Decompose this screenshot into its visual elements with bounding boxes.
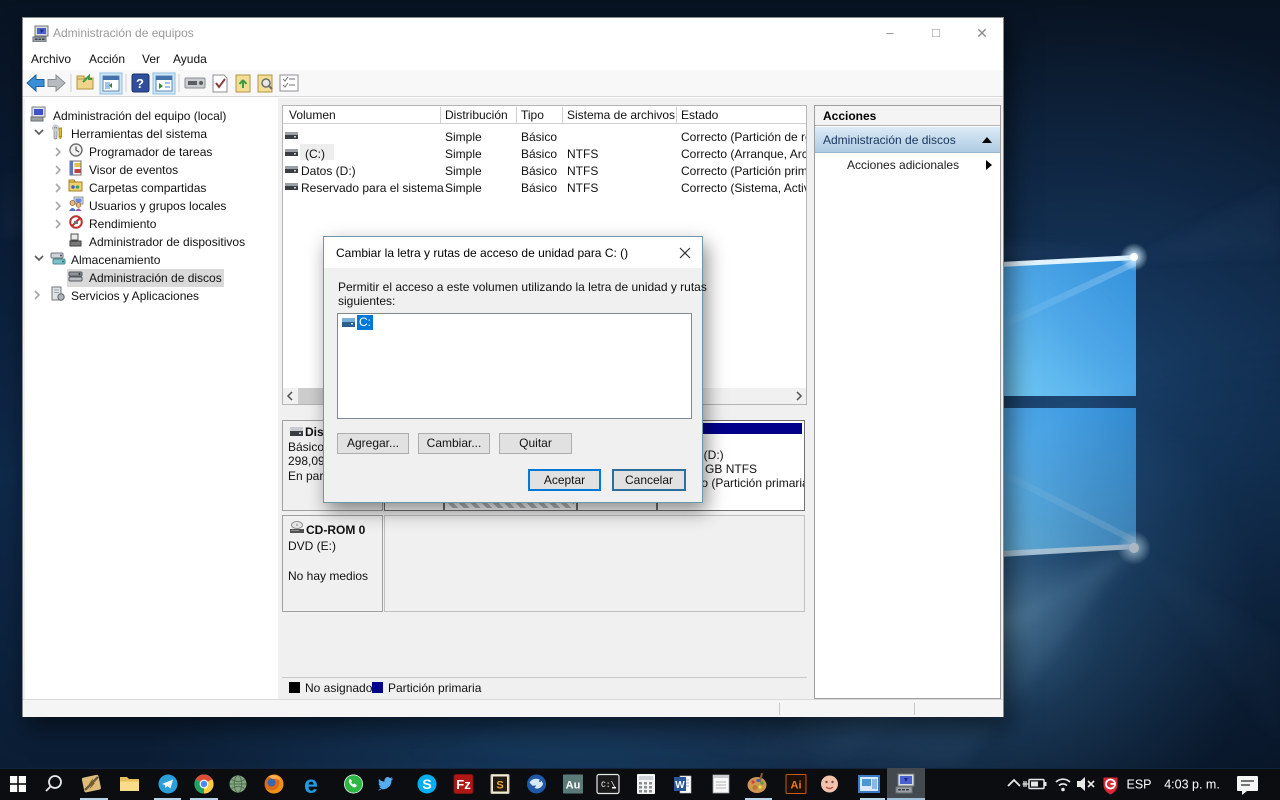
- svg-text:W: W: [675, 780, 685, 791]
- svg-text:4:03 p. m.: 4:03 p. m.: [1164, 778, 1220, 792]
- svg-text:e: e: [304, 771, 318, 799]
- svg-text:S: S: [422, 776, 431, 792]
- svg-text:Ai: Ai: [791, 780, 802, 792]
- svg-text:?: ?: [136, 76, 144, 91]
- svg-text:ESP: ESP: [1126, 778, 1151, 792]
- svg-text:S: S: [496, 780, 503, 792]
- svg-text:C:\: C:\: [601, 781, 616, 790]
- svg-text:Fz: Fz: [456, 777, 471, 792]
- svg-text:Au: Au: [566, 780, 581, 792]
